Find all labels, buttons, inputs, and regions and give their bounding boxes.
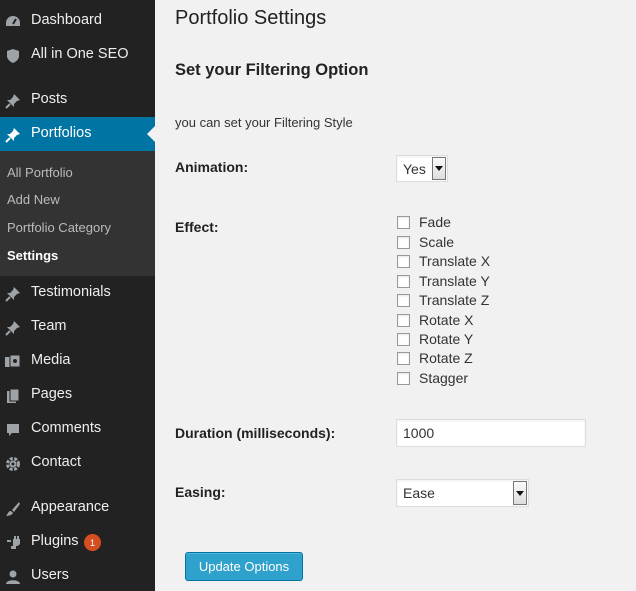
option-label: Translate X [419, 253, 491, 269]
section-description: you can set your Filtering Style [175, 115, 353, 130]
section-title: Set your Filtering Option [175, 61, 369, 79]
effect-option-fade[interactable]: Fade [397, 213, 451, 231]
pages-icon [4, 387, 22, 404]
menu-item-contact[interactable]: Contact [0, 446, 155, 480]
option-label: Rotate Y [419, 331, 474, 347]
menu-label: Users [31, 567, 69, 583]
checkbox[interactable] [397, 215, 410, 229]
comment-icon [4, 421, 22, 438]
active-indicator [147, 126, 155, 142]
pin-icon [4, 319, 22, 336]
chevron-down-icon [432, 157, 446, 180]
menu-label: Team [31, 318, 67, 334]
shield-icon [4, 47, 22, 64]
menu-label: Pages [31, 386, 73, 402]
submenu-add-new[interactable]: Add New [7, 192, 60, 207]
effect-option-translate-z[interactable]: Translate Z [397, 291, 489, 309]
easing-select[interactable]: Ease [396, 479, 529, 507]
gear-icon [4, 455, 22, 472]
submenu-settings[interactable]: Settings [7, 248, 58, 263]
animation-label: Animation: [175, 159, 249, 175]
menu-label: Appearance [31, 499, 110, 515]
effect-option-rotate-y[interactable]: Rotate Y [397, 330, 473, 348]
effect-option-rotate-x[interactable]: Rotate X [397, 311, 473, 329]
menu-item-plugins[interactable]: Plugins 1 [0, 525, 155, 559]
plug-icon [4, 534, 22, 551]
portfolio-submenu: All Portfolio Add New Portfolio Category… [0, 151, 155, 276]
brush-icon [4, 500, 22, 517]
user-icon [4, 568, 22, 585]
submenu-portfolio-category[interactable]: Portfolio Category [7, 220, 111, 235]
update-options-button[interactable]: Update Options [185, 552, 303, 581]
menu-label: Comments [31, 420, 102, 436]
checkbox[interactable] [397, 235, 410, 249]
option-label: Translate Z [419, 292, 490, 308]
page-title: Portfolio Settings [175, 7, 327, 29]
effect-option-stagger[interactable]: Stagger [397, 369, 468, 387]
checkbox[interactable] [397, 313, 410, 327]
menu-item-appearance[interactable]: Appearance [0, 491, 155, 525]
chevron-down-icon [513, 481, 527, 505]
effect-label: Effect: [175, 219, 219, 235]
menu-label: Portfolios [31, 125, 92, 141]
effect-option-translate-x[interactable]: Translate X [397, 252, 490, 270]
media-icon [4, 353, 22, 370]
menu-label: Dashboard [31, 12, 102, 28]
option-label: Scale [419, 234, 455, 250]
option-label: Rotate Z [419, 350, 473, 366]
checkbox[interactable] [397, 371, 410, 385]
menu-item-posts[interactable]: Posts [0, 83, 155, 117]
animation-value: Yes [403, 161, 426, 177]
menu-label: Plugins [31, 533, 79, 549]
pin-icon [4, 285, 22, 302]
menu-item-dashboard[interactable]: Dashboard [0, 4, 155, 38]
easing-value: Ease [403, 485, 435, 501]
effect-option-scale[interactable]: Scale [397, 233, 454, 251]
menu-label: Posts [31, 91, 68, 107]
menu-item-users[interactable]: Users [0, 559, 155, 591]
menu-item-comments[interactable]: Comments [0, 412, 155, 446]
pin-icon [4, 126, 22, 143]
effect-option-translate-y[interactable]: Translate Y [397, 272, 490, 290]
admin-sidebar: Dashboard All in One SEO Posts Portfolio… [0, 0, 155, 591]
submenu-all-portfolio[interactable]: All Portfolio [7, 165, 73, 180]
checkbox[interactable] [397, 293, 410, 307]
checkbox[interactable] [397, 254, 410, 268]
checkbox[interactable] [397, 274, 410, 288]
duration-label: Duration (milliseconds): [175, 425, 336, 441]
easing-label: Easing: [175, 484, 226, 500]
checkbox[interactable] [397, 351, 410, 365]
menu-label: Testimonials [31, 284, 111, 300]
checkbox[interactable] [397, 332, 410, 346]
option-label: Stagger [419, 370, 469, 386]
menu-label: All in One SEO [31, 46, 129, 62]
option-label: Translate Y [419, 273, 490, 289]
menu-item-media[interactable]: Media [0, 344, 155, 378]
menu-item-testimonials[interactable]: Testimonials [0, 276, 155, 310]
animation-select[interactable]: Yes [396, 155, 448, 182]
option-label: Rotate X [419, 312, 474, 328]
dashboard-icon [4, 13, 22, 30]
effect-option-rotate-z[interactable]: Rotate Z [397, 349, 473, 367]
menu-item-portfolios[interactable]: Portfolios [0, 117, 155, 151]
option-label: Fade [419, 214, 451, 230]
menu-item-pages[interactable]: Pages [0, 378, 155, 412]
menu-item-all-in-one-seo[interactable]: All in One SEO [0, 38, 155, 72]
pin-icon [4, 92, 22, 109]
menu-label: Contact [31, 454, 81, 470]
menu-item-team[interactable]: Team [0, 310, 155, 344]
plugins-update-badge: 1 [84, 534, 101, 551]
menu-label: Media [31, 352, 71, 368]
duration-input[interactable]: 1000 [396, 419, 586, 447]
